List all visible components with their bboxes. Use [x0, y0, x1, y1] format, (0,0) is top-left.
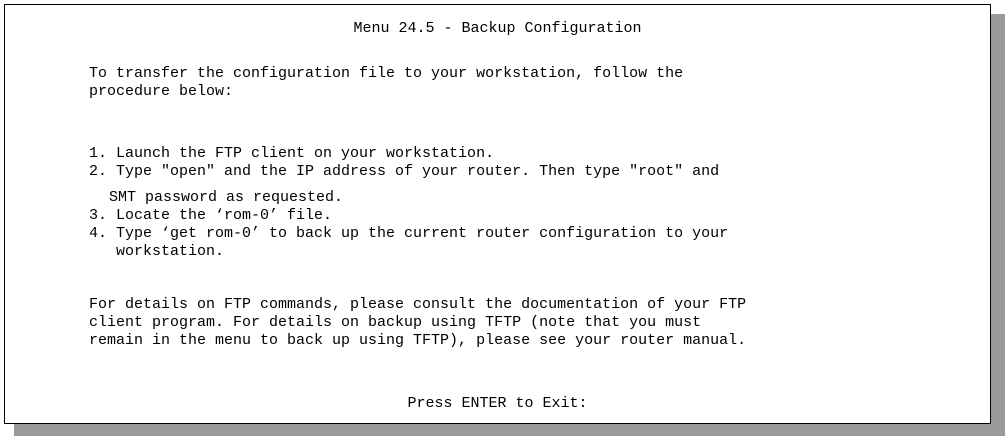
smt-terminal-screen: Menu 24.5 - Backup Configuration To tran… — [4, 4, 991, 424]
step-locate-file: 3. Locate the ‘rom-0’ file. — [89, 207, 333, 224]
intro-text: To transfer the configuration file to yo… — [89, 65, 684, 100]
step-get-rom: 4. Type ‘get rom-0’ to back up the curre… — [89, 225, 729, 260]
step-type-open-continued: SMT password as requested. — [109, 189, 344, 206]
details-text: For details on FTP commands, please cons… — [89, 296, 747, 349]
exit-prompt[interactable]: Press ENTER to Exit: — [5, 395, 990, 413]
step-type-open: 2. Type "open" and the IP address of you… — [89, 163, 720, 180]
menu-title: Menu 24.5 - Backup Configuration — [353, 20, 642, 37]
step-launch-ftp: 1. Launch the FTP client on your worksta… — [89, 145, 495, 162]
